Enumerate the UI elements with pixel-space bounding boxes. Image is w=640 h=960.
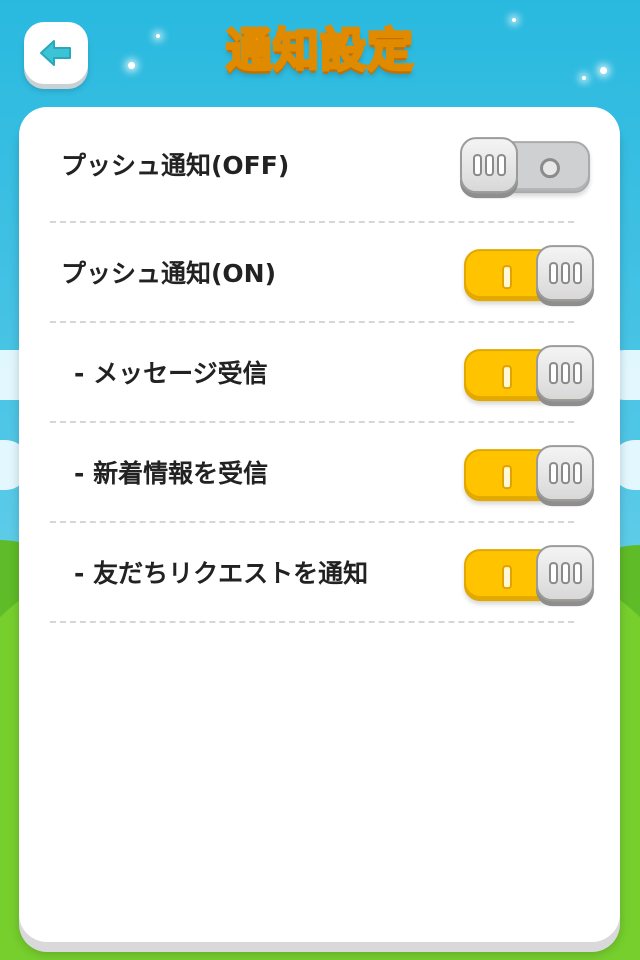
on-indicator-icon (502, 365, 512, 390)
push-off-toggle[interactable] (460, 137, 590, 194)
setting-label: - 新着情報を受信 (74, 459, 269, 488)
setting-label: - メッセージ受信 (74, 359, 268, 388)
setting-label: プッシュ通知(ON) (61, 259, 277, 288)
news-toggle[interactable] (464, 445, 594, 502)
toggle-knob[interactable] (536, 245, 594, 302)
toggle-knob[interactable] (536, 345, 594, 402)
setting-label: - 友だちリクエストを通知 (74, 559, 369, 588)
toggle-knob[interactable] (536, 445, 594, 502)
message-toggle[interactable] (464, 345, 594, 402)
on-indicator-icon (502, 465, 512, 490)
push-on-toggle[interactable] (464, 245, 594, 302)
setting-label: プッシュ通知(OFF) (61, 151, 290, 180)
on-indicator-icon (502, 265, 512, 290)
toggle-knob[interactable] (536, 545, 594, 602)
off-indicator-icon (540, 158, 560, 179)
setting-row-news: - 新着情報を受信 (50, 423, 594, 523)
setting-row-message: - メッセージ受信 (50, 323, 594, 423)
settings-panel: プッシュ通知(OFF) プッシュ通知(ON) - メッセージ受信 - 新着情報を… (19, 107, 620, 942)
setting-row-push-on: プッシュ通知(ON) (50, 223, 594, 323)
setting-row-push-off: プッシュ通知(OFF) (50, 107, 590, 223)
toggle-knob[interactable] (460, 137, 518, 194)
friend-request-toggle[interactable] (464, 545, 594, 602)
page-title: 通知設定 (225, 22, 415, 79)
setting-row-friend-request: - 友だちリクエストを通知 (50, 523, 594, 623)
on-indicator-icon (502, 565, 512, 590)
